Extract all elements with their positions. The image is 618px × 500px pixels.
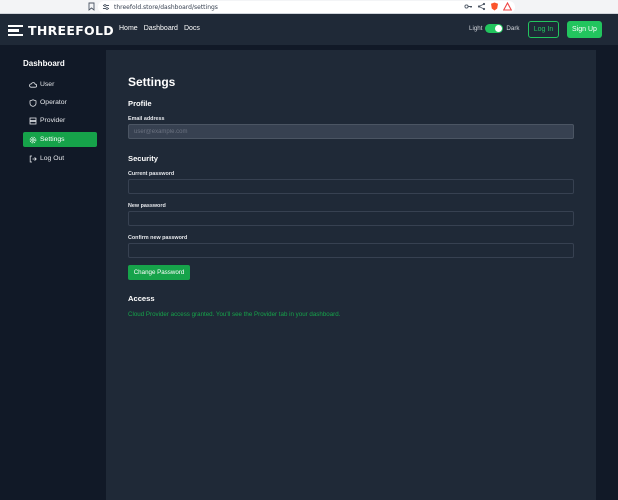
settings-panel: Settings Profile Email address Security …: [106, 50, 596, 500]
logout-icon: [29, 155, 37, 163]
address-bar[interactable]: threefold.store/dashboard/settings: [98, 1, 515, 13]
key-icon[interactable]: [464, 2, 473, 11]
share-icon[interactable]: [477, 2, 486, 11]
nav-home[interactable]: Home: [119, 25, 138, 32]
theme-dark-label: Dark: [506, 25, 520, 32]
logo-text: THREEFOLD: [28, 23, 114, 38]
bookmark-icon[interactable]: [86, 2, 96, 12]
main-nav: Home Dashboard Docs: [119, 25, 200, 32]
current-password-field[interactable]: [128, 179, 574, 194]
sidebar-title: Dashboard: [23, 59, 65, 68]
server-icon: [29, 117, 37, 125]
new-password-field[interactable]: [128, 211, 574, 226]
login-button[interactable]: Log In: [528, 21, 559, 38]
email-field[interactable]: [128, 124, 574, 139]
theme-light-label: Light: [469, 25, 483, 32]
threefold-logo[interactable]: THREEFOLD: [8, 23, 114, 38]
sidebar-item-user[interactable]: User: [23, 77, 97, 92]
logo-mark-icon: [8, 24, 25, 37]
current-password-label: Current password: [128, 171, 175, 177]
sidebar-item-label: Operator: [40, 99, 67, 106]
sidebar: Dashboard User Operator Provider Setting…: [0, 45, 106, 500]
sidebar-item-operator[interactable]: Operator: [23, 95, 97, 110]
sidebar-item-settings[interactable]: Settings: [23, 132, 97, 147]
theme-toggle[interactable]: [485, 24, 504, 33]
cloud-icon: [29, 81, 37, 89]
site-settings-icon[interactable]: [102, 3, 110, 11]
triangle-icon[interactable]: [503, 2, 512, 11]
signup-button[interactable]: Sign Up: [567, 21, 602, 38]
page-title: Settings: [128, 75, 176, 89]
profile-heading: Profile: [128, 99, 152, 108]
sidebar-item-label: Provider: [40, 117, 66, 124]
browser-toolbar: threefold.store/dashboard/settings: [0, 0, 618, 14]
new-password-label: New password: [128, 203, 166, 209]
gear-icon: [29, 136, 37, 144]
access-heading: Access: [128, 294, 155, 303]
brave-shield-icon[interactable]: [490, 2, 499, 11]
site-header: THREEFOLD Home Dashboard Docs Light Dark…: [0, 14, 618, 45]
sidebar-item-provider[interactable]: Provider: [23, 113, 97, 128]
nav-docs[interactable]: Docs: [184, 25, 200, 32]
sidebar-item-label: User: [40, 81, 55, 88]
change-password-button[interactable]: Change Password: [128, 265, 190, 280]
sidebar-item-logout[interactable]: Log Out: [23, 151, 97, 166]
url-text: threefold.store/dashboard/settings: [114, 3, 218, 11]
sidebar-item-label: Settings: [40, 136, 65, 143]
confirm-password-label: Confirm new password: [128, 235, 188, 241]
security-heading: Security: [128, 154, 158, 163]
sidebar-item-label: Log Out: [40, 155, 65, 162]
theme-switch: Light Dark: [469, 24, 520, 33]
access-status-message: Cloud Provider access granted. You'll se…: [128, 311, 341, 318]
email-label: Email address: [128, 116, 165, 122]
nav-dashboard[interactable]: Dashboard: [144, 25, 178, 32]
shield-icon: [29, 98, 37, 107]
confirm-password-field[interactable]: [128, 243, 574, 258]
